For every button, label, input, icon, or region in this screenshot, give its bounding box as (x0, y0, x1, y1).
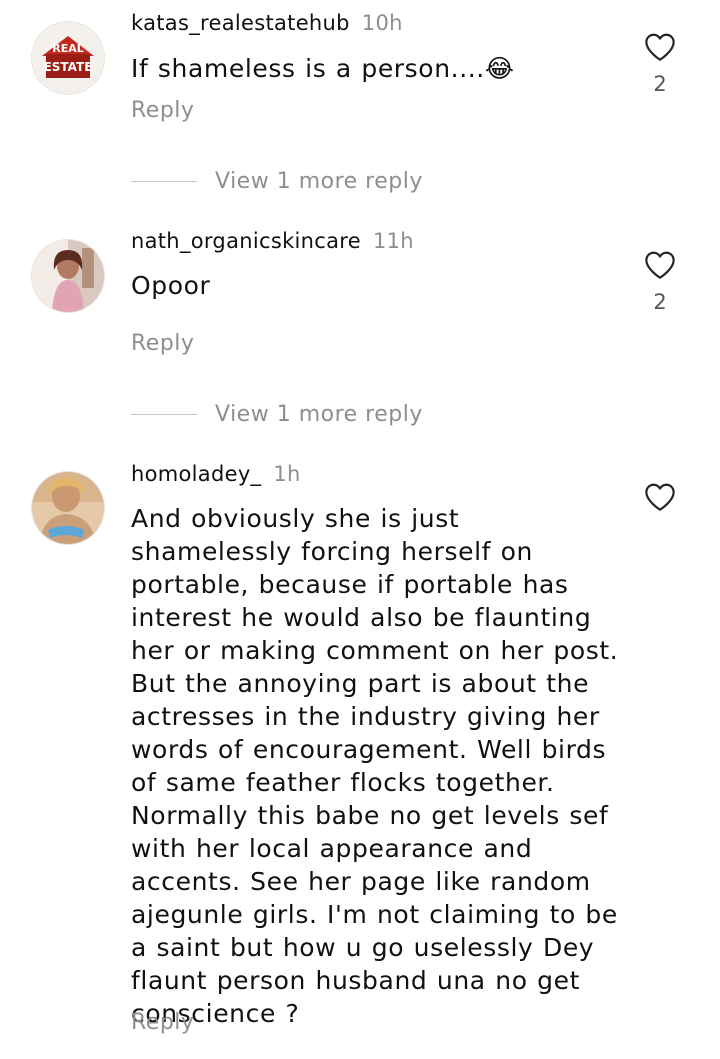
comment-meta: nath_organicskincare 11h (131, 229, 414, 253)
timestamp: 10h (361, 11, 403, 35)
heart-outline-icon (645, 33, 675, 61)
comment-meta: homoladey_ 1h (131, 462, 301, 486)
comment-text: If shameless is a person....😂 (131, 54, 515, 83)
realestate-logo-image: REAL ESTATE (32, 22, 104, 94)
avatar[interactable] (32, 240, 104, 312)
reply-button[interactable]: Reply (131, 1010, 194, 1035)
profile-photo-image (32, 240, 104, 312)
comment-text: And obviously she is just shamelessly fo… (131, 504, 619, 1028)
timestamp: 11h (372, 229, 414, 253)
like-button[interactable] (643, 32, 677, 66)
svg-text:REAL: REAL (52, 42, 84, 55)
view-replies-label: View 1 more reply (215, 168, 423, 194)
like-count: 2 (653, 290, 667, 314)
timestamp: 1h (273, 462, 301, 486)
comment-3: homoladey_ 1h And obviously she is just s… (0, 440, 720, 1059)
avatar[interactable] (32, 472, 104, 544)
username[interactable]: nath_organicskincare (131, 229, 361, 253)
view-replies-button[interactable]: View 1 more reply (131, 399, 423, 429)
divider-line (131, 413, 197, 415)
svg-text:ESTATE: ESTATE (44, 60, 93, 74)
reply-button[interactable]: Reply (131, 98, 194, 123)
username[interactable]: katas_realestatehub (131, 11, 350, 35)
reply-button[interactable]: Reply (131, 331, 194, 356)
username[interactable]: homoladey_ (131, 462, 261, 486)
profile-photo-image (32, 472, 104, 544)
heart-outline-icon (645, 483, 675, 511)
divider-line (131, 180, 197, 182)
like-button[interactable] (643, 482, 677, 516)
view-replies-button[interactable]: View 1 more reply (131, 166, 423, 196)
heart-outline-icon (645, 251, 675, 279)
comment-meta: katas_realestatehub 10h (131, 11, 403, 35)
comment-1: REAL ESTATE katas_realestatehub 10h If sh… (0, 0, 720, 200)
view-replies-label: View 1 more reply (215, 401, 423, 427)
like-count: 2 (653, 72, 667, 96)
comment-2: nath_organicskincare 11h Opoor Reply 2 Vi… (0, 200, 720, 440)
like-button[interactable] (643, 250, 677, 284)
avatar[interactable]: REAL ESTATE (32, 22, 104, 94)
comment-text: Opoor (131, 271, 211, 300)
